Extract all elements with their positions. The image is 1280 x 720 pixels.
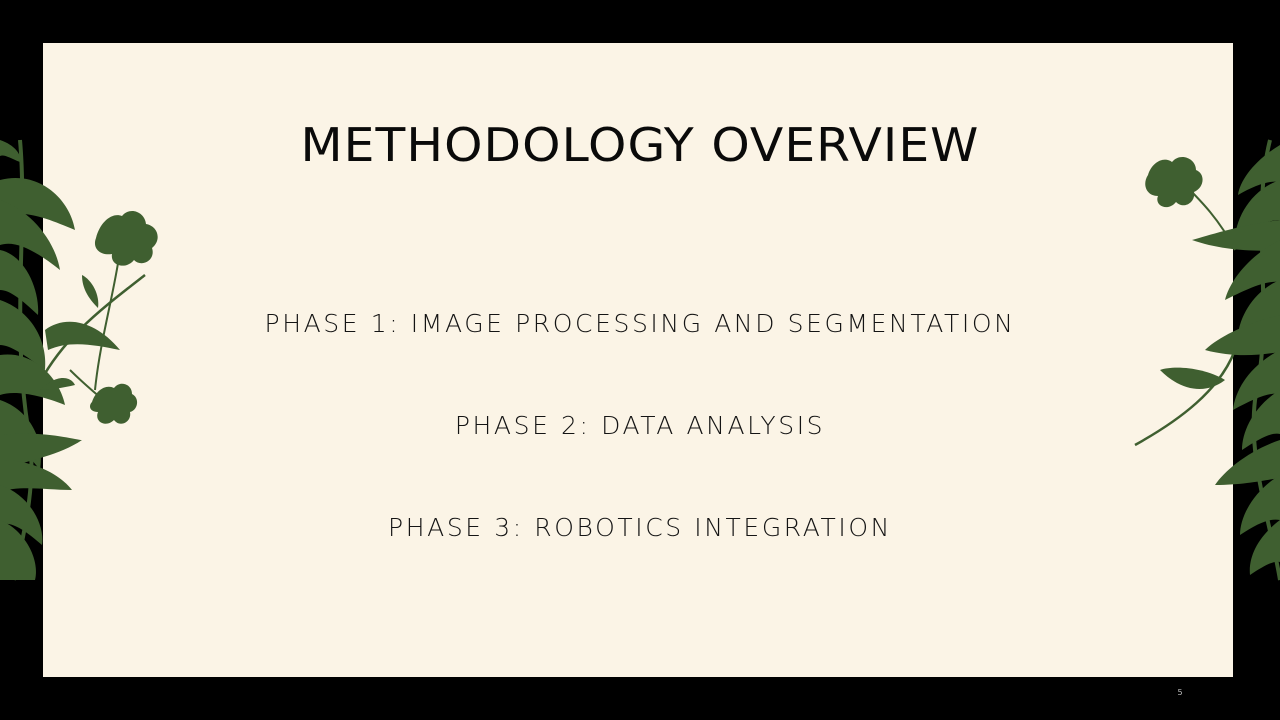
- slide-title: METHODOLOGY OVERVIEW: [300, 118, 980, 172]
- slide-stage: METHODOLOGY OVERVIEW PHASE 1: IMAGE PROC…: [0, 0, 1280, 720]
- page-number: 5: [1177, 688, 1183, 697]
- phase-1-text: PHASE 1: IMAGE PROCESSING AND SEGMENTATI…: [264, 309, 1016, 338]
- phase-2-text: PHASE 2: DATA ANALYSIS: [454, 411, 826, 440]
- phase-3-text: PHASE 3: ROBOTICS INTEGRATION: [388, 513, 892, 542]
